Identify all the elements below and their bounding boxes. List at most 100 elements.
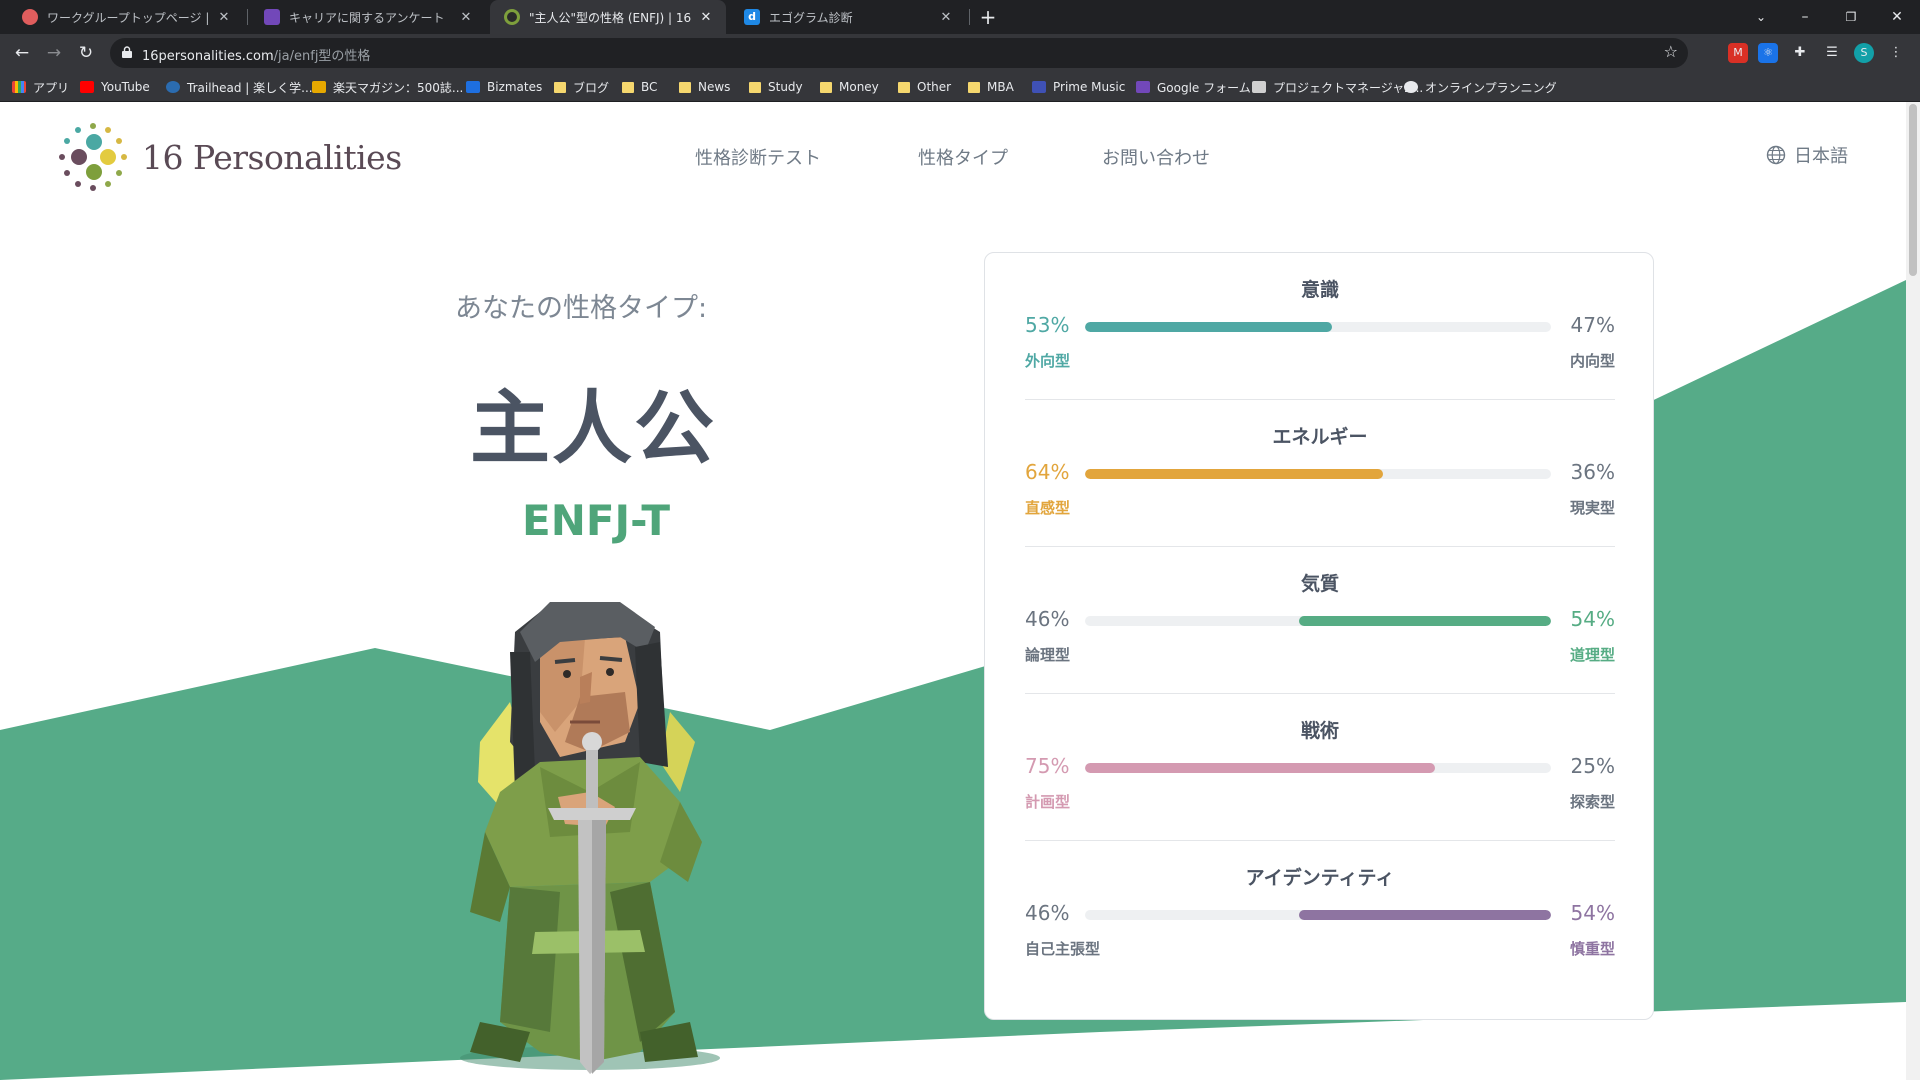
protagonist-character-illustration	[460, 602, 720, 1074]
trait-left-label: 外向型	[1025, 352, 1071, 370]
reload-icon[interactable]: ↻	[72, 39, 100, 67]
tab-egogram[interactable]: d エゴグラム診断 ✕	[730, 0, 966, 34]
tab-close-icon[interactable]: ✕	[938, 10, 954, 25]
bookmark-online-planning[interactable]: オンラインプランニング	[1404, 78, 1557, 96]
bookmark-star-icon[interactable]: ☆	[1664, 42, 1678, 61]
tab-favicon-icon	[504, 9, 520, 25]
folder-icon	[554, 81, 566, 93]
trait-mind: 意識 53% 47% 外向型 内向型	[1025, 253, 1615, 400]
bookmark-news[interactable]: News	[679, 78, 730, 96]
tab-favicon-icon	[22, 9, 38, 25]
trait-right-percent: 47%	[1570, 313, 1615, 337]
reading-list-icon[interactable]: ☰	[1822, 43, 1842, 63]
nav-contact[interactable]: お問い合わせ	[1102, 144, 1210, 170]
bookmark-blog[interactable]: ブログ	[554, 78, 609, 96]
new-tab-button[interactable]: +	[975, 4, 1001, 30]
logo-dots-icon	[59, 123, 127, 191]
tab-close-icon[interactable]: ✕	[216, 10, 232, 25]
nav-personality-test[interactable]: 性格診断テスト	[695, 144, 821, 170]
forms-icon	[1136, 81, 1150, 93]
bookmark-pm[interactable]: プロジェクトマネージャ2...	[1252, 78, 1423, 96]
tab-title: "主人公"型の性格 (ENFJ) | 16Perso	[529, 10, 692, 25]
trait-nature: 気質 46% 54% 論理型 道理型	[1025, 547, 1615, 694]
tab-16personalities[interactable]: "主人公"型の性格 (ENFJ) | 16Perso ✕	[490, 0, 726, 34]
trait-right-label: 現実型	[1569, 499, 1615, 517]
document-icon	[1252, 81, 1266, 93]
language-label: 日本語	[1794, 146, 1848, 167]
trait-right-percent: 54%	[1570, 607, 1615, 631]
folder-icon	[898, 81, 910, 93]
trait-left-percent: 53%	[1025, 313, 1070, 337]
profile-avatar[interactable]: S	[1854, 43, 1874, 63]
tab-close-icon[interactable]: ✕	[458, 10, 474, 25]
forms-icon	[264, 9, 280, 25]
forward-icon[interactable]: →	[40, 39, 68, 67]
bookmark-youtube[interactable]: YouTube	[80, 78, 150, 96]
folder-icon	[622, 81, 634, 93]
bookmark-label: ブログ	[573, 80, 610, 95]
language-selector[interactable]: 日本語	[1766, 142, 1848, 168]
bookmark-trailhead[interactable]: Trailhead | 楽しく学...	[166, 78, 313, 96]
minimize-button[interactable]: –	[1782, 0, 1828, 34]
trait-right-percent: 36%	[1570, 460, 1615, 484]
trait-identity: アイデンティティ 46% 54% 自己主張型 慎重型	[1025, 841, 1615, 988]
type-name: 主人公	[470, 382, 716, 475]
bookmark-mba[interactable]: MBA	[968, 78, 1014, 96]
trait-tactics: 戦術 75% 25% 計画型 探索型	[1025, 694, 1615, 841]
your-type-heading: あなたの性格タイプ:	[455, 293, 708, 324]
trait-left-percent: 46%	[1025, 901, 1070, 925]
bookmark-apps[interactable]: アプリ	[12, 78, 69, 96]
bookmark-label: BC	[641, 80, 658, 94]
rakuten-icon	[312, 81, 326, 93]
bookmark-bc[interactable]: BC	[622, 78, 657, 96]
bookmark-label: アプリ	[33, 80, 70, 95]
trait-bar	[1085, 910, 1551, 920]
bookmark-label: Other	[917, 80, 952, 94]
scrollbar-thumb[interactable]	[1909, 104, 1917, 276]
tab-separator	[247, 9, 248, 25]
trait-title: 気質	[1300, 573, 1339, 595]
back-icon[interactable]: ←	[8, 39, 36, 67]
bookmark-study[interactable]: Study	[749, 78, 803, 96]
bookmark-money[interactable]: Money	[820, 78, 879, 96]
trait-right-percent: 25%	[1570, 754, 1615, 778]
extensions-puzzle-icon[interactable]: ✚	[1790, 43, 1810, 63]
bookmarks-bar: アプリ YouTube Trailhead | 楽しく学... 楽天マガジン：5…	[0, 72, 1920, 102]
logo-text: 16 Personalities	[142, 137, 402, 177]
bookmark-other[interactable]: Other	[898, 78, 951, 96]
bookmark-prime-music[interactable]: Prime Music	[1032, 78, 1125, 96]
menu-kebab-icon[interactable]: ⋮	[1886, 43, 1906, 63]
close-window-button[interactable]: ✕	[1874, 0, 1920, 34]
tab-separator	[969, 9, 970, 25]
trait-left-label: 自己主張型	[1025, 940, 1101, 958]
bookmark-bizmates[interactable]: Bizmates	[466, 78, 542, 96]
restore-button[interactable]: ❐	[1828, 0, 1874, 34]
bookmark-label: YouTube	[101, 80, 150, 94]
trait-bar-fill	[1299, 616, 1551, 626]
trait-right-percent: 54%	[1570, 901, 1615, 925]
tab-close-icon[interactable]: ✕	[698, 10, 714, 25]
nav-personality-types[interactable]: 性格タイプ	[918, 144, 1008, 170]
type-code: ENFJ-T	[522, 496, 671, 545]
site-logo[interactable]: 16 Personalities	[56, 120, 402, 194]
trait-bar-fill	[1085, 322, 1332, 332]
react-extension-icon[interactable]: ⚛	[1758, 43, 1778, 63]
trait-title: 意識	[1300, 279, 1339, 301]
globe-icon	[1766, 145, 1786, 165]
tab-survey[interactable]: キャリアに関するアンケート ✕	[250, 0, 486, 34]
folder-icon	[820, 81, 832, 93]
folder-icon	[749, 81, 761, 93]
apps-grid-icon	[12, 81, 26, 93]
tab-workgroup[interactable]: ワークグループトップページ | 株式会社 ✕	[8, 0, 244, 34]
trait-bar-fill	[1299, 910, 1551, 920]
gmail-extension-icon[interactable]: M	[1728, 43, 1748, 63]
trailhead-icon	[166, 81, 180, 93]
bookmark-label: Money	[839, 80, 879, 94]
bookmark-rakuten[interactable]: 楽天マガジン：500誌...	[312, 78, 463, 96]
page-scrollbar[interactable]	[1906, 102, 1920, 1080]
bookmark-label: Google フォーム	[1157, 80, 1251, 95]
address-bar[interactable]: 16personalities.com/ja/enfj型の性格 ☆	[110, 38, 1688, 68]
tab-search-icon[interactable]: ⌄	[1738, 0, 1784, 34]
trait-right-label: 内向型	[1569, 352, 1615, 370]
bookmark-google-forms[interactable]: Google フォーム	[1136, 78, 1251, 96]
